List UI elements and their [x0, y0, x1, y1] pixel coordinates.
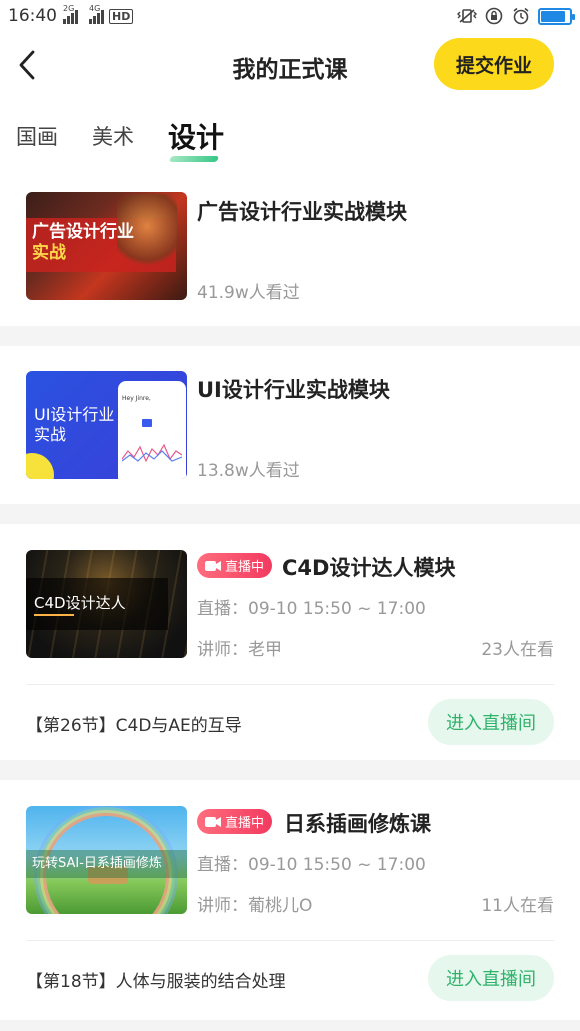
course-views: 41.9w人看过	[197, 283, 300, 303]
lesson-title: 【第18节】人体与服装的结合处理	[26, 972, 286, 992]
video-camera-icon	[204, 816, 221, 827]
live-course-card[interactable]: 玩转SAI-日系插画修炼 直播中 日系插画修炼课 直播：09-10 15:50 …	[0, 780, 580, 1020]
battery-icon	[538, 7, 575, 25]
submit-homework-button[interactable]: 提交作业	[434, 38, 554, 90]
live-course-card[interactable]: C4D设计达人 直播中 C4D设计达人模块 直播：09-10 15:50 ~ 1…	[0, 524, 580, 760]
section-divider	[0, 504, 580, 524]
header: 我的正式课 提交作业	[0, 32, 580, 98]
status-time: 16:40	[8, 6, 57, 26]
vibrate-icon	[457, 7, 477, 25]
live-badge: 直播中	[197, 809, 272, 834]
tab-sheji[interactable]: 设计	[168, 116, 224, 162]
section-divider	[0, 1020, 580, 1031]
alarm-icon	[511, 7, 531, 25]
course-thumbnail: C4D设计达人	[26, 550, 187, 658]
course-thumbnail: Hey Jinre, UI设计行业 实战	[26, 371, 187, 479]
tab-guohua[interactable]: 国画	[16, 116, 58, 156]
course-views: 13.8w人看过	[197, 461, 300, 481]
course-thumbnail: 玩转SAI-日系插画修炼	[26, 806, 187, 914]
status-bar: 16:40 2G 4G HD	[0, 0, 580, 32]
course-card[interactable]: 广告设计行业 实战 广告设计行业实战模块 41.9w人看过	[0, 174, 580, 326]
tab-meishu[interactable]: 美术	[92, 116, 134, 156]
live-badge: 直播中	[197, 553, 272, 578]
signal-icon-1: 2G	[63, 4, 78, 24]
lock-icon	[484, 7, 504, 25]
enter-live-room-button[interactable]: 进入直播间	[428, 699, 554, 745]
live-time: 直播：09-10 15:50 ~ 17:00	[197, 599, 426, 619]
live-time: 直播：09-10 15:50 ~ 17:00	[197, 855, 426, 875]
video-camera-icon	[204, 560, 221, 571]
section-divider	[0, 760, 580, 780]
hd-icon: HD	[109, 9, 134, 24]
teacher-name: 讲师：葡桃儿O	[197, 896, 313, 916]
course-title: UI设计行业实战模块	[197, 378, 390, 402]
course-thumbnail: 广告设计行业 实战	[26, 192, 187, 300]
separator	[26, 684, 554, 685]
watching-count: 11人在看	[481, 896, 554, 916]
separator	[26, 940, 554, 941]
enter-live-room-button[interactable]: 进入直播间	[428, 955, 554, 1001]
tab-active-underline	[168, 156, 220, 162]
watching-count: 23人在看	[481, 640, 554, 660]
lesson-title: 【第26节】C4D与AE的互导	[26, 716, 242, 736]
course-title: 广告设计行业实战模块	[197, 200, 407, 224]
signal-icon-2: 4G	[89, 4, 104, 24]
course-card[interactable]: Hey Jinre, UI设计行业 实战 UI设计行业实战模块 13.8w人看过	[0, 346, 580, 504]
course-title: 日系插画修炼课	[284, 812, 431, 836]
teacher-name: 讲师：老甲	[197, 640, 282, 660]
course-title: C4D设计达人模块	[282, 556, 456, 580]
section-divider	[0, 326, 580, 346]
category-tabs: 国画 美术 设计	[0, 106, 258, 162]
